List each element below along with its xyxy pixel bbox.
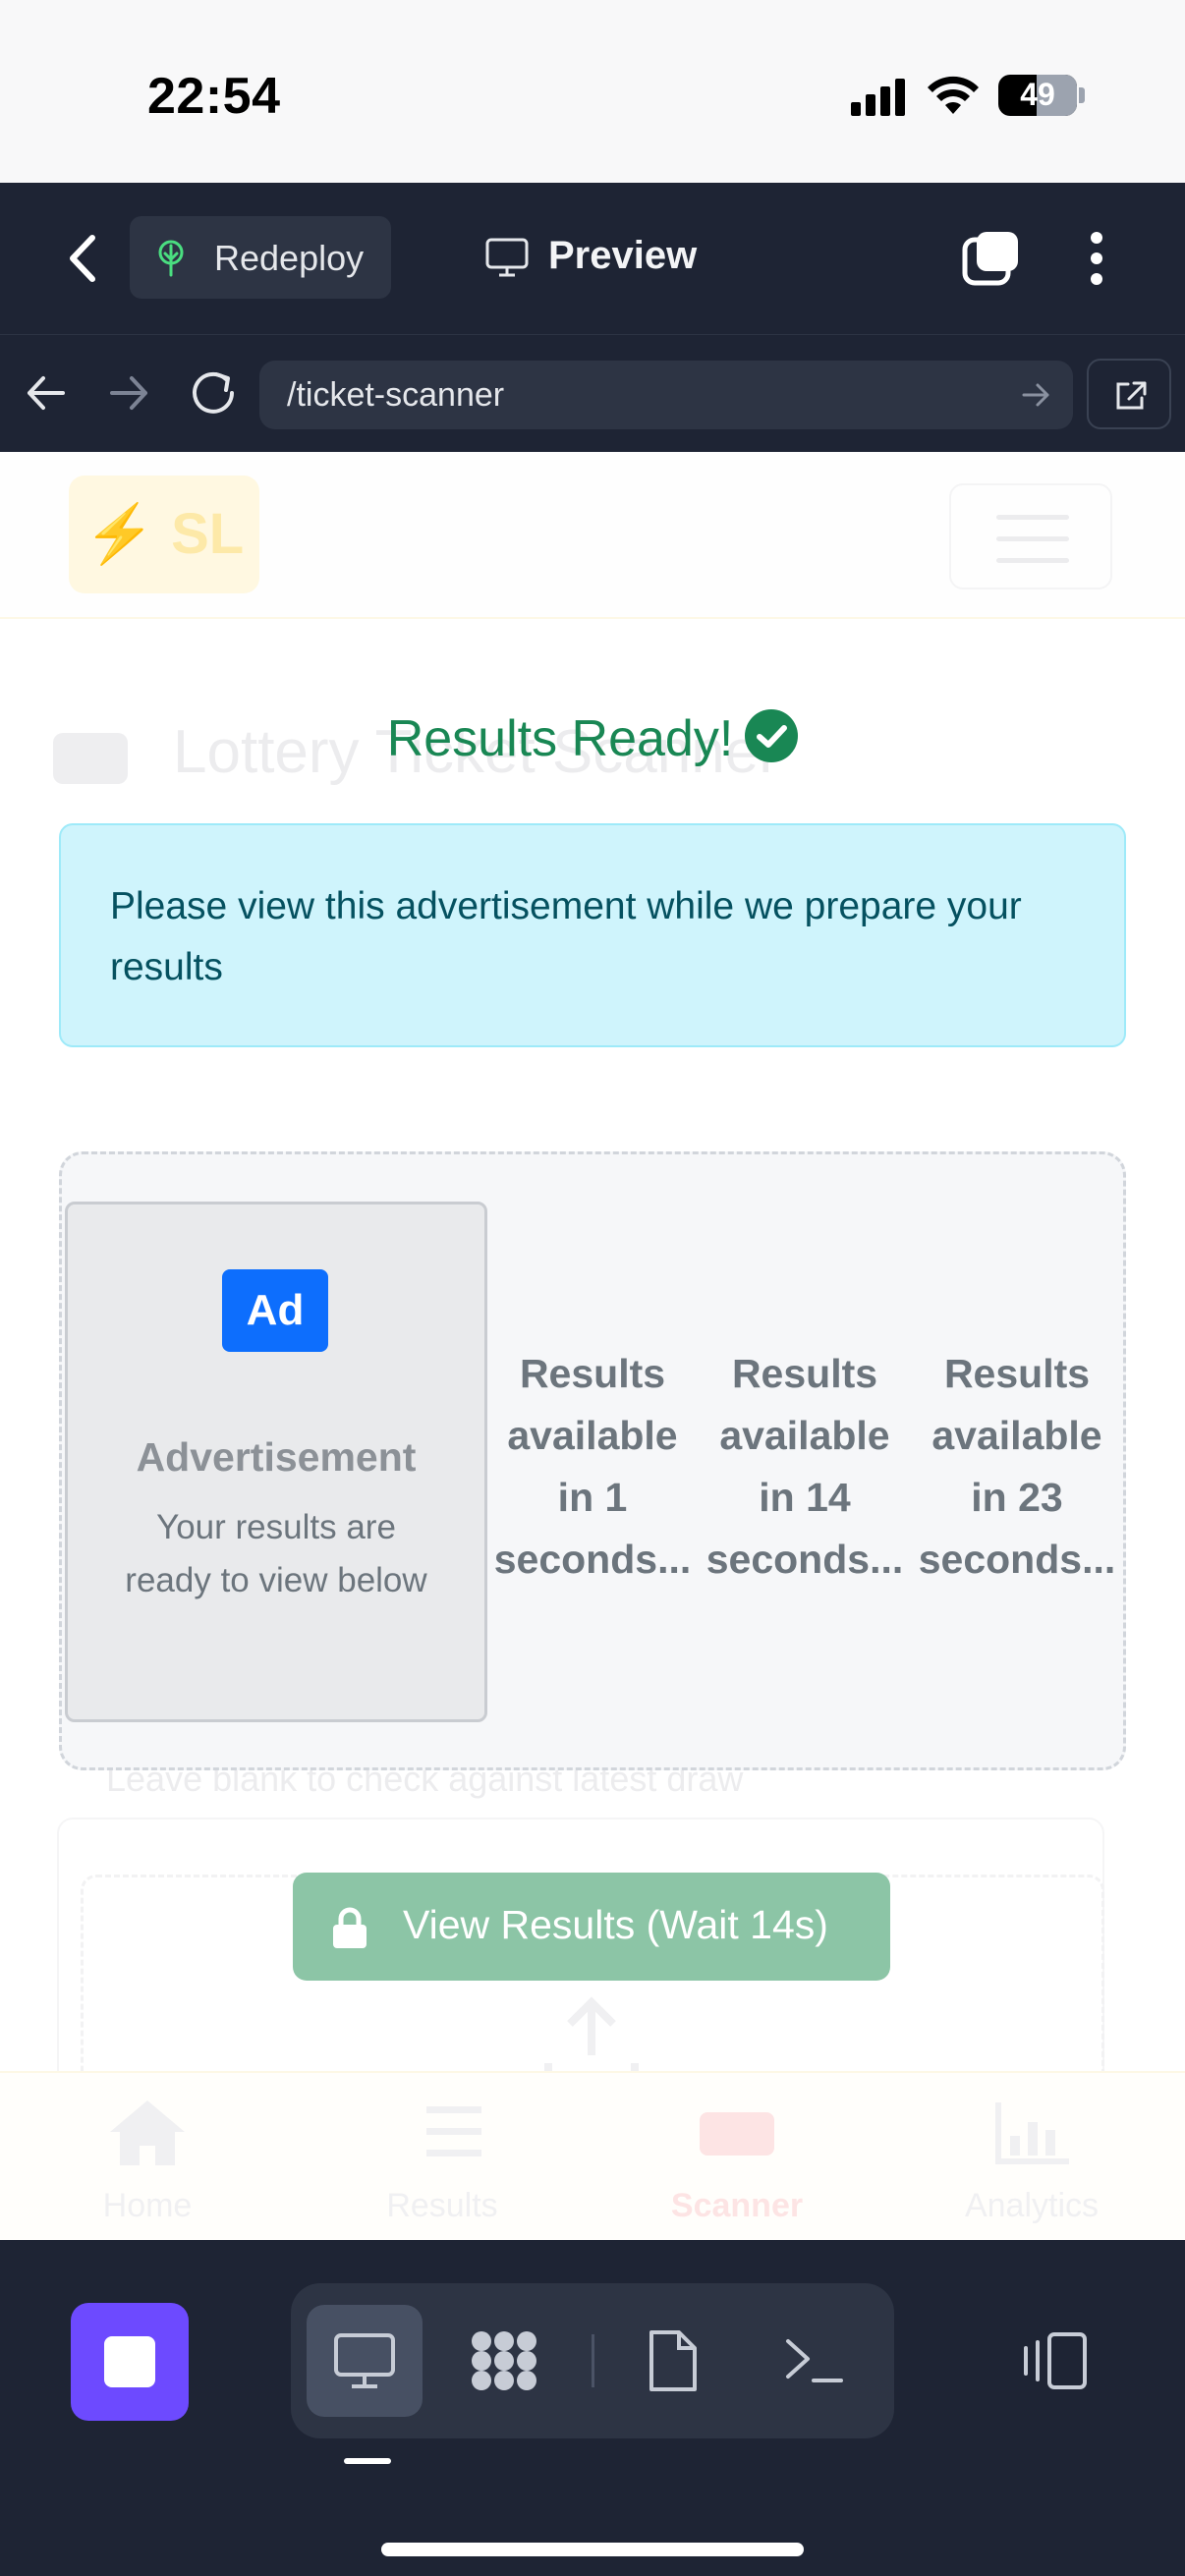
monitor-icon [485,238,529,277]
open-external-button[interactable] [1087,359,1171,429]
monitor-icon [334,2333,395,2388]
stop-icon [104,2336,155,2387]
view-results-button[interactable]: View Results (Wait 14s) [293,1873,890,1981]
ad-container: Ad Advertisement Your results are ready … [59,1151,1126,1770]
preview-view-button[interactable] [307,2305,423,2417]
file-icon [649,2330,697,2391]
cluster-icon [472,2331,536,2390]
countdown-line: seconds... [493,1537,692,1582]
results-ready-text: Results Ready! [386,710,734,767]
tabs-icon[interactable] [961,228,1022,289]
cellular-signal-icon [851,79,906,116]
redeploy-button[interactable]: Redeploy [130,216,391,299]
tree-icon [158,240,184,277]
status-bar: 22:54 49 [0,0,1185,183]
nav-label: Results [386,2187,498,2224]
wifi-icon [928,76,979,114]
web-content: ⚡ SL Lottery Ticket Scanner Leave blank … [0,452,1185,2240]
nav-label: Home [102,2187,193,2224]
ad-badge-icon: Ad [222,1269,328,1352]
terminal-icon [786,2339,843,2382]
countdown-line: seconds... [918,1537,1116,1582]
countdown-line: in 1 [557,1475,628,1520]
home-icon [110,2100,185,2165]
ticket-icon [700,2112,774,2156]
nav-label: Analytics [964,2187,1100,2224]
bottom-nav: Home Results Scanner Analytics [0,2071,1185,2240]
integrations-view-button[interactable] [446,2305,562,2417]
preview-label: Preview [548,234,698,277]
countdown-line: Results [731,1351,878,1396]
back-chevron-icon[interactable] [57,228,112,289]
check-circle-icon [745,709,799,763]
view-switcher [291,2283,894,2438]
hamburger-menu-icon[interactable] [949,483,1112,589]
site-logo-text: SL [171,502,245,566]
external-link-icon [1116,381,1147,410]
nav-label: Scanner [670,2187,804,2224]
ad-label: Advertisement [136,1434,417,1480]
countdown-line: available [719,1413,890,1458]
battery-level: 49 [1020,77,1055,112]
panel-toggle-icon[interactable] [1020,2330,1089,2391]
active-view-indicator [344,2458,391,2464]
site-logo: ⚡ SL [69,476,259,593]
reload-icon[interactable] [187,366,240,420]
countdown-text: Results available in 23 seconds... [911,1343,1123,1591]
battery-nub [1079,87,1085,103]
nav-item-home[interactable]: Home [0,2097,295,2234]
countdown-text: Results available in 14 seconds... [699,1343,911,1591]
arrow-left-icon[interactable] [22,370,71,416]
files-view-button[interactable] [615,2305,731,2417]
arrow-right-icon[interactable] [104,370,153,416]
bar-chart-icon [995,2102,1069,2164]
nav-item-results[interactable]: Results [295,2097,590,2234]
site-navbar: ⚡ SL [0,452,1185,619]
app-header: Redeploy Preview [0,183,1185,334]
results-ready-heading: Results Ready! [0,709,1185,768]
nav-item-analytics[interactable]: Analytics [884,2097,1179,2234]
countdown-line: in 14 [759,1475,851,1520]
browser-bar: /ticket-scanner [0,334,1185,452]
list-ordered-icon [426,2106,481,2156]
countdown-line: in 23 [971,1475,1063,1520]
countdown-line: available [931,1413,1102,1458]
countdown-line: seconds... [705,1537,904,1582]
countdown-line: Results [519,1351,666,1396]
status-time: 22:54 [147,68,281,125]
preview-button[interactable]: Preview [481,212,727,301]
battery-icon: 49 [998,75,1077,116]
countdown-text: Results available in 1 seconds... [486,1343,699,1591]
url-text: /ticket-scanner [287,376,505,414]
redeploy-label: Redeploy [214,238,365,278]
countdown-line: Results [943,1351,1091,1396]
nav-item-scanner[interactable]: Scanner [590,2097,884,2234]
home-indicator [381,2543,804,2556]
countdown-line: available [507,1413,678,1458]
go-arrow-icon[interactable] [1020,380,1051,410]
more-options-icon[interactable] [1077,228,1116,289]
ad-card[interactable]: Ad Advertisement Your results are ready … [65,1202,487,1722]
view-results-label: View Results (Wait 14s) [403,1902,828,1947]
terminal-view-button[interactable] [757,2305,873,2417]
info-alert: Please view this advertisement while we … [59,823,1126,1047]
ad-subtext: Your results are ready to view below [125,1508,427,1599]
url-field[interactable]: /ticket-scanner [259,361,1073,429]
dev-toolbar [0,2240,1185,2576]
toolbar-divider [592,2334,594,2387]
stop-button[interactable] [71,2303,189,2421]
lock-icon [333,1907,367,1948]
